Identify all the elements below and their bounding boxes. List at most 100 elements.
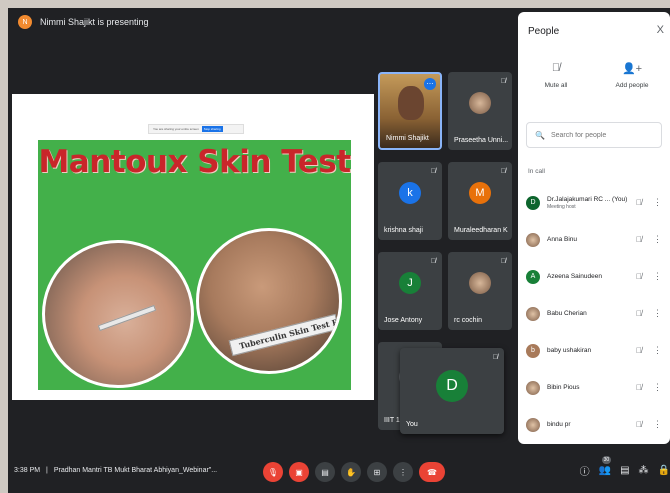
tile-name: Jose Antony bbox=[384, 317, 423, 324]
close-icon[interactable]: X bbox=[657, 24, 664, 36]
tile-name: krishna shaji bbox=[384, 227, 423, 234]
lock-icon[interactable]: 🔒 bbox=[658, 465, 670, 476]
mic-off-icon: 🎙̸ bbox=[430, 258, 436, 265]
mic-off-icon[interactable]: 🎙̸ bbox=[636, 420, 642, 429]
meeting-name: Pradhan Mantri TB Mukt Bharat Abhiyan_We… bbox=[53, 467, 218, 474]
participant-role: Meeting host bbox=[547, 203, 576, 210]
list-item[interactable]: b baby ushakiran 🎙̸ ⋮ bbox=[518, 332, 670, 369]
leave-call-button[interactable]: ☎ bbox=[419, 462, 445, 482]
participant-text: Bibin Pious bbox=[547, 384, 627, 391]
camera-toggle-button[interactable]: ▣ bbox=[289, 462, 309, 482]
more-options-icon[interactable]: ⋯ bbox=[424, 78, 436, 90]
participant-name: bindu pr bbox=[547, 421, 571, 428]
participant-name: Azeena Sainudeen bbox=[547, 273, 602, 280]
avatar bbox=[469, 272, 491, 295]
self-view-tile[interactable]: 🎙̸ D You bbox=[400, 348, 504, 434]
add-people-label: Add people bbox=[615, 82, 649, 89]
side-controls: ⓘ 👥 30 ▤ ⁂ 🔒 bbox=[580, 456, 670, 478]
tile-name: Nimmi Shajikt bbox=[386, 135, 429, 142]
sharing-text: You are sharing your entire screen bbox=[153, 127, 199, 131]
people-panel: People X 🎙̸ Mute all 👤+ Add people 🔍 In … bbox=[518, 12, 670, 444]
presenting-text: Nimmi Shajikt is presenting bbox=[40, 17, 149, 27]
stop-sharing-button[interactable]: Stop sharing bbox=[201, 126, 223, 132]
mic-off-icon[interactable]: 🎙̸ bbox=[636, 198, 642, 207]
mic-off-icon[interactable]: 🎙̸ bbox=[636, 235, 642, 244]
present-button[interactable]: ⊞ bbox=[367, 462, 387, 482]
participant-tile-rc-cochin[interactable]: 🎙̸ rc cochin bbox=[448, 252, 512, 330]
sharing-toolbar: You are sharing your entire screen Stop … bbox=[148, 124, 244, 134]
participant-text: Anna Binu bbox=[547, 236, 627, 243]
participant-tile-praseetha[interactable]: 🎙̸ Praseetha Unni... bbox=[448, 72, 512, 150]
meet-window: N Nimmi Shajikt is presenting You are sh… bbox=[8, 8, 670, 493]
add-people-button[interactable]: 👤+ Add people bbox=[602, 62, 662, 89]
mute-all-label: Mute all bbox=[544, 82, 568, 89]
separator: | bbox=[46, 467, 48, 474]
mic-off-icon: 🎙̸ bbox=[500, 78, 506, 85]
list-item[interactable]: Babu Cherian 🎙̸ ⋮ bbox=[518, 295, 670, 332]
more-options-icon[interactable]: ⋮ bbox=[653, 308, 662, 319]
participant-tile-muraleedharan[interactable]: 🎙̸ M Muraleedharan K bbox=[448, 162, 512, 240]
avatar: b bbox=[526, 343, 540, 358]
participant-name: Babu Cherian bbox=[547, 310, 587, 317]
avatar bbox=[526, 380, 540, 395]
avatar bbox=[469, 92, 491, 115]
ruler-label: Tuberculin Skin Test Ru bbox=[228, 313, 339, 357]
presenting-bar: N Nimmi Shajikt is presenting bbox=[8, 8, 508, 36]
participant-tile-nimmi[interactable]: ⋯ Nimmi Shajikt bbox=[378, 72, 442, 150]
tile-name: rc cochin bbox=[454, 317, 483, 324]
syringe-shape bbox=[97, 304, 157, 332]
activities-icon[interactable]: ⁂ bbox=[639, 465, 649, 476]
tile-name: You bbox=[406, 421, 418, 428]
shared-screen: You are sharing your entire screen Stop … bbox=[12, 94, 374, 400]
people-icon[interactable]: 👥 30 bbox=[599, 456, 612, 476]
meeting-info: 3:38 PM | Pradhan Mantri TB Mukt Bharat … bbox=[14, 467, 217, 474]
meeting-time: 3:38 PM bbox=[14, 467, 41, 474]
avatar: D bbox=[526, 195, 540, 210]
captions-button[interactable]: ▤ bbox=[315, 462, 335, 482]
more-options-icon[interactable]: ⋮ bbox=[653, 382, 662, 393]
panel-title: People bbox=[528, 26, 560, 37]
chat-icon[interactable]: ▤ bbox=[620, 465, 629, 476]
info-icon[interactable]: ⓘ bbox=[580, 463, 590, 478]
more-options-icon[interactable]: ⋮ bbox=[653, 197, 662, 208]
list-item[interactable]: A Azeena Sainudeen 🎙̸ ⋮ bbox=[518, 258, 670, 295]
mic-off-icon[interactable]: 🎙̸ bbox=[636, 346, 642, 355]
mic-off-icon[interactable]: 🎙̸ bbox=[636, 309, 642, 318]
list-item[interactable]: D Dr.Jalajakumari RC ... (You) Meeting h… bbox=[518, 184, 670, 221]
presenter-avatar: N bbox=[18, 15, 32, 29]
search-input[interactable] bbox=[550, 131, 651, 139]
more-options-button[interactable]: ⋮ bbox=[393, 462, 413, 482]
list-item[interactable]: Bibin Pious 🎙̸ ⋮ bbox=[518, 369, 670, 406]
more-options-icon[interactable]: ⋮ bbox=[653, 271, 662, 282]
call-controls: 🎙 ▣ ▤ ✋ ⊞ ⋮ ☎ bbox=[263, 462, 445, 482]
avatar: A bbox=[526, 269, 540, 284]
mic-off-icon: 🎙̸ bbox=[500, 258, 506, 265]
participant-tile-krishna[interactable]: 🎙̸ k krishna shaji bbox=[378, 162, 442, 240]
avatar: J bbox=[399, 272, 421, 295]
more-options-icon[interactable]: ⋮ bbox=[653, 419, 662, 430]
mic-toggle-button[interactable]: 🎙 bbox=[263, 462, 283, 482]
participant-text: bindu pr bbox=[547, 421, 627, 428]
list-item[interactable]: bindu pr 🎙̸ ⋮ bbox=[518, 406, 670, 443]
list-item[interactable]: Anna Binu 🎙̸ ⋮ bbox=[518, 221, 670, 258]
more-options-icon[interactable]: ⋮ bbox=[653, 345, 662, 356]
participant-tile-jose[interactable]: 🎙̸ J Jose Antony bbox=[378, 252, 442, 330]
participant-text: Babu Cherian bbox=[547, 310, 627, 317]
mute-all-button[interactable]: 🎙̸ Mute all bbox=[526, 62, 586, 89]
avatar bbox=[526, 306, 540, 321]
video-feed bbox=[398, 86, 424, 120]
mic-off-icon: 🎙̸ bbox=[551, 62, 561, 74]
raise-hand-button[interactable]: ✋ bbox=[341, 462, 361, 482]
mic-off-icon[interactable]: 🎙̸ bbox=[636, 272, 642, 281]
presentation-slide: Mantoux Skin Test Tuberculin Skin Test R… bbox=[38, 140, 351, 390]
search-icon: 🔍 bbox=[535, 130, 545, 140]
participant-list: D Dr.Jalajakumari RC ... (You) Meeting h… bbox=[518, 184, 670, 443]
add-person-icon: 👤+ bbox=[621, 63, 643, 75]
search-box[interactable]: 🔍 bbox=[526, 122, 662, 148]
more-options-icon[interactable]: ⋮ bbox=[653, 234, 662, 245]
participant-text: baby ushakiran bbox=[547, 347, 627, 354]
mic-off-icon[interactable]: 🎙̸ bbox=[636, 383, 642, 392]
participant-text: Dr.Jalajakumari RC ... (You) Meeting hos… bbox=[547, 196, 627, 210]
participant-text: Azeena Sainudeen bbox=[547, 273, 627, 280]
tile-name: Praseetha Unni... bbox=[454, 137, 509, 144]
